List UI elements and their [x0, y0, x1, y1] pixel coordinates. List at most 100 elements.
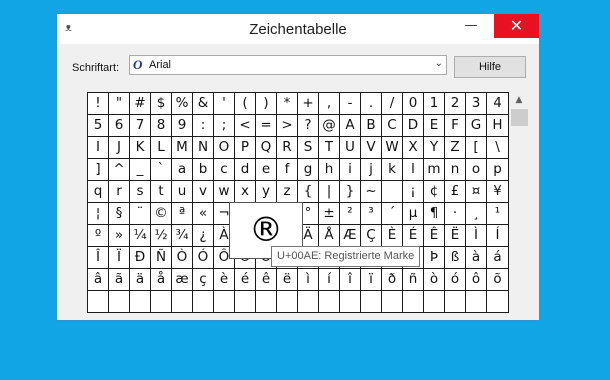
- char-cell[interactable]: >: [277, 115, 298, 137]
- char-cell[interactable]: ¥: [487, 181, 509, 203]
- char-cell[interactable]: Y: [424, 137, 445, 159]
- char-cell[interactable]: ): [256, 93, 277, 115]
- char-cell[interactable]: ³: [361, 203, 382, 225]
- char-cell[interactable]: ©: [151, 203, 172, 225]
- char-cell[interactable]: ·: [445, 203, 466, 225]
- char-cell[interactable]: x: [235, 181, 256, 203]
- char-cell[interactable]: æ: [172, 269, 193, 291]
- char-cell[interactable]: s: [130, 181, 151, 203]
- char-cell[interactable]: w: [214, 181, 235, 203]
- char-cell[interactable]: m: [424, 159, 445, 181]
- char-cell[interactable]: Ç: [361, 225, 382, 247]
- char-cell[interactable]: Î: [88, 247, 109, 269]
- char-cell[interactable]: ~: [361, 181, 382, 203]
- char-cell[interactable]: L: [151, 137, 172, 159]
- char-cell[interactable]: ': [214, 93, 235, 115]
- close-button[interactable]: ✕: [494, 14, 539, 38]
- char-cell[interactable]: ô: [466, 269, 487, 291]
- char-cell[interactable]: /: [382, 93, 403, 115]
- char-cell[interactable]: È: [382, 225, 403, 247]
- char-cell[interactable]: ò: [424, 269, 445, 291]
- char-cell[interactable]: V: [361, 137, 382, 159]
- char-cell[interactable]: [151, 291, 172, 313]
- char-cell[interactable]: J: [109, 137, 130, 159]
- char-cell[interactable]: [172, 291, 193, 313]
- char-cell[interactable]: [130, 291, 151, 313]
- char-cell[interactable]: á: [487, 247, 509, 269]
- char-cell[interactable]: U: [340, 137, 361, 159]
- char-cell[interactable]: ±: [319, 203, 340, 225]
- chevron-down-icon[interactable]: ⌄: [435, 58, 443, 69]
- char-cell[interactable]: 1: [424, 93, 445, 115]
- char-cell[interactable]: [445, 291, 466, 313]
- char-cell[interactable]: ¶: [424, 203, 445, 225]
- char-cell[interactable]: ´: [382, 203, 403, 225]
- char-cell[interactable]: 5: [88, 115, 109, 137]
- char-cell[interactable]: Æ: [340, 225, 361, 247]
- char-cell[interactable]: «: [193, 203, 214, 225]
- char-cell[interactable]: =: [256, 115, 277, 137]
- char-cell[interactable]: [298, 291, 319, 313]
- char-cell[interactable]: [487, 291, 509, 313]
- vertical-scrollbar[interactable]: ▲: [510, 92, 528, 320]
- char-cell[interactable]: »: [109, 225, 130, 247]
- char-cell[interactable]: [403, 291, 424, 313]
- char-cell[interactable]: â: [88, 269, 109, 291]
- char-cell[interactable]: [: [466, 137, 487, 159]
- char-cell[interactable]: 9: [172, 115, 193, 137]
- char-cell[interactable]: !: [88, 93, 109, 115]
- char-cell[interactable]: Ê: [424, 225, 445, 247]
- char-cell[interactable]: ?: [298, 115, 319, 137]
- char-cell[interactable]: [382, 181, 403, 203]
- minimize-button[interactable]: —: [455, 14, 487, 38]
- char-cell[interactable]: [235, 291, 256, 313]
- char-cell[interactable]: b: [193, 159, 214, 181]
- char-cell[interactable]: Ñ: [151, 247, 172, 269]
- char-cell[interactable]: Ì: [466, 225, 487, 247]
- char-cell[interactable]: [109, 291, 130, 313]
- char-cell[interactable]: Z: [445, 137, 466, 159]
- font-dropdown[interactable]: O Arial ⌄: [129, 55, 447, 75]
- char-cell[interactable]: ¤: [466, 181, 487, 203]
- char-cell[interactable]: (: [235, 93, 256, 115]
- char-cell[interactable]: k: [382, 159, 403, 181]
- char-cell[interactable]: {: [298, 181, 319, 203]
- char-cell[interactable]: *: [277, 93, 298, 115]
- char-cell[interactable]: P: [235, 137, 256, 159]
- char-cell[interactable]: ¡: [403, 181, 424, 203]
- char-cell[interactable]: \: [487, 137, 509, 159]
- char-cell[interactable]: _: [130, 159, 151, 181]
- char-cell[interactable]: &: [193, 93, 214, 115]
- char-cell[interactable]: f: [277, 159, 298, 181]
- char-cell[interactable]: ;: [214, 115, 235, 137]
- char-cell[interactable]: ½: [151, 225, 172, 247]
- char-cell[interactable]: ê: [256, 269, 277, 291]
- char-cell[interactable]: [319, 291, 340, 313]
- title-bar[interactable]: ᴥ Zeichentabelle — ✕: [57, 14, 539, 44]
- char-cell[interactable]: ¸: [466, 203, 487, 225]
- char-cell[interactable]: Ð: [130, 247, 151, 269]
- char-cell[interactable]: [214, 291, 235, 313]
- char-cell[interactable]: º: [88, 225, 109, 247]
- char-cell[interactable]: I: [88, 137, 109, 159]
- char-cell[interactable]: y: [256, 181, 277, 203]
- char-cell[interactable]: ^: [109, 159, 130, 181]
- scroll-up-arrow-icon[interactable]: ▲: [510, 92, 528, 108]
- char-cell[interactable]: 8: [151, 115, 172, 137]
- char-cell[interactable]: 0: [403, 93, 424, 115]
- char-cell[interactable]: [256, 291, 277, 313]
- char-cell[interactable]: Í: [487, 225, 509, 247]
- char-cell[interactable]: [277, 291, 298, 313]
- char-cell[interactable]: ]: [88, 159, 109, 181]
- char-cell[interactable]: ²: [340, 203, 361, 225]
- char-cell[interactable]: Ë: [445, 225, 466, 247]
- char-cell[interactable]: T: [319, 137, 340, 159]
- char-cell[interactable]: c: [214, 159, 235, 181]
- char-cell[interactable]: [361, 291, 382, 313]
- char-cell[interactable]: u: [172, 181, 193, 203]
- char-cell[interactable]: µ: [403, 203, 424, 225]
- char-cell[interactable]: j: [361, 159, 382, 181]
- char-cell[interactable]: 3: [466, 93, 487, 115]
- char-cell[interactable]: 4: [487, 93, 509, 115]
- char-cell[interactable]: [340, 291, 361, 313]
